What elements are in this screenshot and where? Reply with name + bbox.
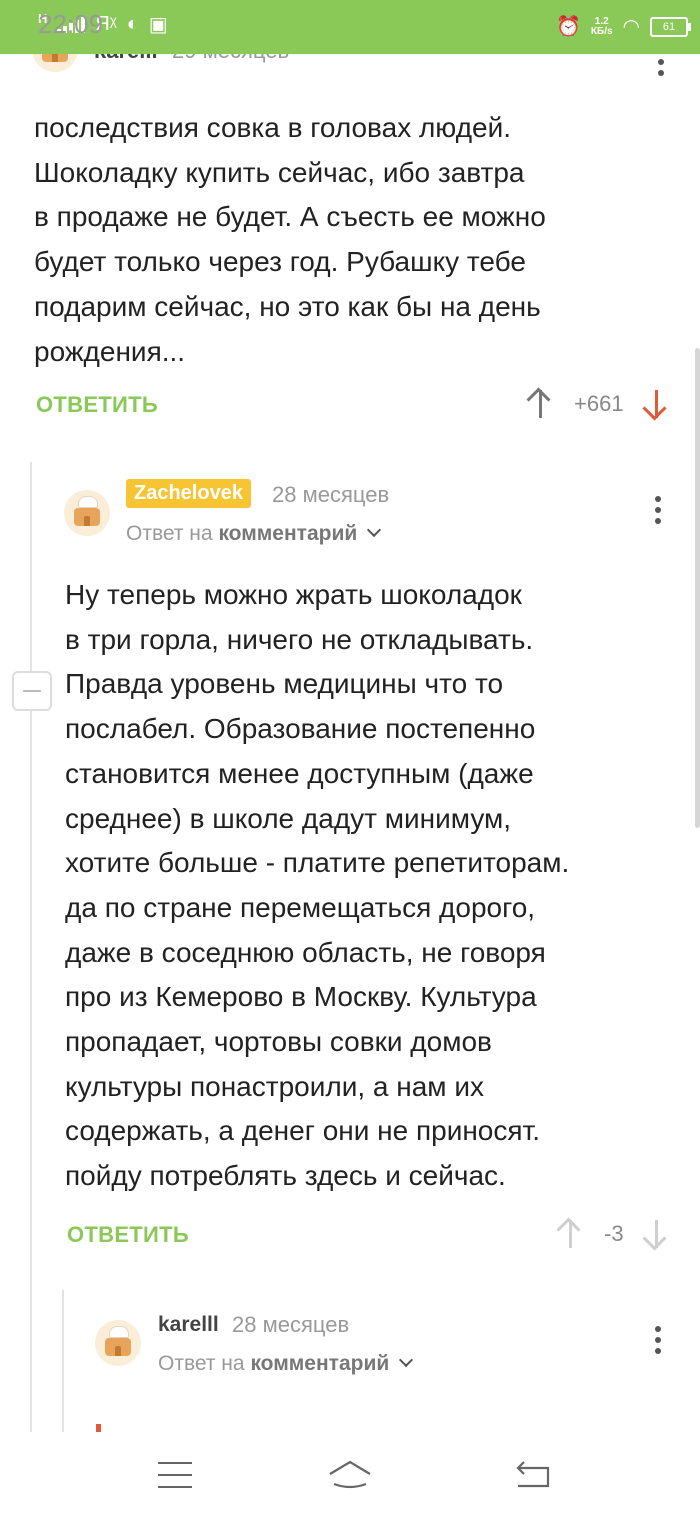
comment-score: -3 — [604, 1221, 624, 1246]
status-right: ⏰ 1.2 КБ/s ◠ 61 — [556, 14, 691, 39]
reply-button[interactable]: ОТВЕТИТЬ — [67, 1222, 189, 1248]
vote-controls: -3 — [552, 1216, 674, 1252]
avatar[interactable] — [95, 1320, 141, 1366]
text-line: становится менее доступным (даже — [65, 757, 534, 789]
text-line: в продаже не будет. А съесть ее можно — [34, 201, 546, 233]
status-left: H 22:09 Яᵡ ◐ ▣ — [38, 9, 168, 39]
comment-author[interactable]: karelll — [158, 1313, 219, 1337]
text-line: пойду потреблять здесь и сейчас. — [65, 1160, 506, 1192]
text-line: культуры понастроили, а нам их — [65, 1070, 484, 1102]
reply-to-link[interactable]: Ответ на комментарий — [126, 522, 382, 546]
comment-text: последствия совка в головах людей. Шокол… — [34, 106, 674, 374]
clock: 22:09 — [38, 9, 104, 39]
battery-icon: 61 — [650, 16, 691, 37]
battery-level: 61 — [662, 20, 676, 33]
reply-to-target: комментарий — [218, 522, 358, 545]
upvote-icon[interactable] — [522, 386, 558, 422]
reply-to-link[interactable]: Ответ на комментарий — [158, 1352, 414, 1376]
avatar[interactable] — [64, 490, 110, 536]
comment-time: 28 месяцев — [272, 482, 390, 507]
wifi-icon: ◠ — [622, 16, 640, 38]
text-line: хотите больше - платите репетиторам. — [65, 847, 570, 879]
text-line: да по стране перемещаться дорого, — [65, 891, 536, 923]
alarm-icon: ⏰ — [556, 16, 581, 38]
text-line: подарим сейчас, но это как бы на день — [34, 290, 541, 322]
text-line: последствия совка в головах людей. — [34, 112, 512, 143]
text-line: среднее) в школе дадут минимум, — [65, 802, 512, 834]
text-line: будет только через год. Рубашку тебе — [34, 246, 526, 278]
leaf-icon: ◐ — [126, 13, 139, 35]
text-line: в три горла, ничего не откладывать. — [65, 623, 534, 655]
chevron-down-icon — [399, 1352, 414, 1368]
text-line: Шоколадку купить сейчас, ибо завтра — [34, 156, 525, 188]
network-speed: 1.2 КБ/s — [590, 16, 613, 37]
comment-author[interactable]: Zachelovek — [126, 479, 251, 508]
download-icon: ▣ — [148, 14, 168, 36]
reply-to-target: комментарий — [250, 1352, 390, 1375]
home-icon[interactable] — [326, 1458, 374, 1490]
speed-unit: КБ/s — [590, 25, 613, 37]
system-nav-bar — [0, 1432, 700, 1517]
reply-button[interactable]: ОТВЕТИТЬ — [36, 392, 158, 418]
more-options-icon[interactable] — [655, 496, 661, 524]
text-line: содержать, а денег они не приносят. — [65, 1115, 541, 1147]
comment-text: Ну теперь можно жрать шоколадок в три го… — [65, 573, 685, 1199]
comment-time: 28 месяцев — [232, 1312, 350, 1337]
comment-score: +661 — [574, 391, 624, 416]
text-line: Правда уровень медицины что то — [65, 668, 504, 700]
text-line: послабел. Образование постепенно — [65, 713, 536, 745]
downvote-icon[interactable] — [638, 1216, 674, 1252]
text-line: про из Кемерово в Москву. Культура — [65, 981, 537, 1013]
reply-to-prefix: Ответ на — [158, 1352, 245, 1375]
upvote-icon[interactable] — [552, 1216, 588, 1252]
scrollbar[interactable] — [695, 348, 700, 828]
more-options-icon[interactable] — [655, 1326, 661, 1354]
back-icon[interactable] — [514, 1460, 554, 1490]
reply-to-prefix: Ответ на — [126, 522, 213, 545]
menu-icon[interactable] — [158, 1462, 192, 1488]
status-bar: H 22:09 Яᵡ ◐ ▣ ⏰ 1.2 КБ/s ◠ 61 — [0, 0, 700, 54]
text-line: Ну теперь можно жрать шоколадок — [65, 579, 522, 610]
downvote-icon[interactable] — [638, 386, 674, 422]
text-line: пропадает, чортовы совки домов — [65, 1026, 492, 1058]
text-line: рождения... — [34, 335, 186, 367]
text-line: даже в соседнюю область, не говоря — [65, 936, 546, 968]
collapse-thread-button[interactable] — [12, 671, 52, 711]
vote-controls: +661 — [522, 386, 674, 422]
thread-line — [62, 1290, 64, 1440]
chevron-down-icon — [367, 522, 382, 538]
thread-line — [30, 462, 32, 1442]
